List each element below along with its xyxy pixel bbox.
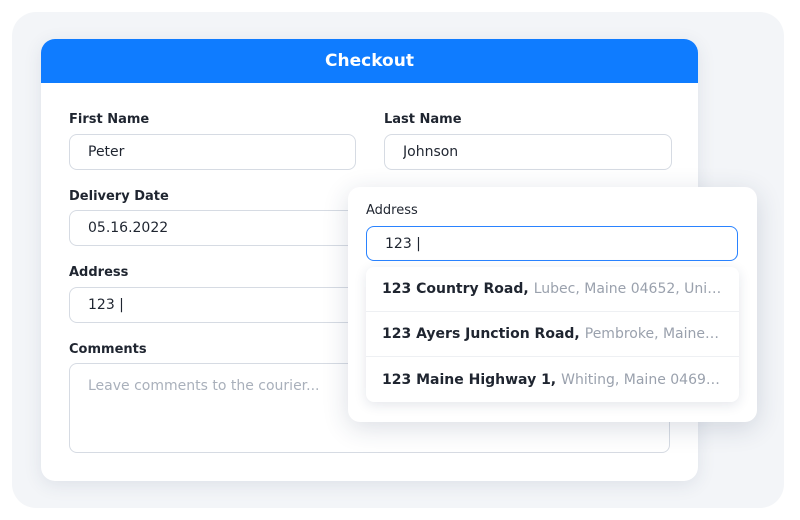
suggestion-detail: Pembroke, Maine 04666...: [584, 326, 723, 342]
first-name-label: First Name: [69, 112, 150, 127]
last-name-input[interactable]: [384, 134, 672, 170]
suggestion-item[interactable]: 123 Country Road, Lubec, Maine 04652, Un…: [366, 267, 739, 312]
suggestion-main: 123 Ayers Junction Road,: [382, 326, 580, 342]
suggestion-main: 123 Country Road,: [382, 281, 529, 297]
last-name-label: Last Name: [384, 112, 462, 127]
checkout-header: Checkout: [41, 39, 698, 83]
address-label: Address: [69, 265, 129, 280]
address-autocomplete-popover: Address 123 Country Road, Lubec, Maine 0…: [348, 187, 757, 422]
suggestion-item[interactable]: 123 Ayers Junction Road, Pembroke, Maine…: [366, 312, 739, 357]
suggestion-detail: Whiting, Maine 04691, Uni...: [561, 371, 723, 388]
first-name-input[interactable]: [69, 134, 356, 170]
autocomplete-address-label: Address: [366, 203, 418, 218]
suggestion-main: 123 Maine Highway 1,: [382, 371, 557, 388]
comments-label: Comments: [69, 342, 147, 357]
autocomplete-address-input[interactable]: [366, 226, 738, 261]
page-title: Checkout: [325, 51, 414, 71]
suggestion-detail: Lubec, Maine 04652, United...: [533, 281, 723, 297]
delivery-date-label: Delivery Date: [69, 189, 169, 204]
suggestion-list: 123 Country Road, Lubec, Maine 04652, Un…: [366, 267, 739, 402]
suggestion-item[interactable]: 123 Maine Highway 1, Whiting, Maine 0469…: [366, 357, 739, 402]
